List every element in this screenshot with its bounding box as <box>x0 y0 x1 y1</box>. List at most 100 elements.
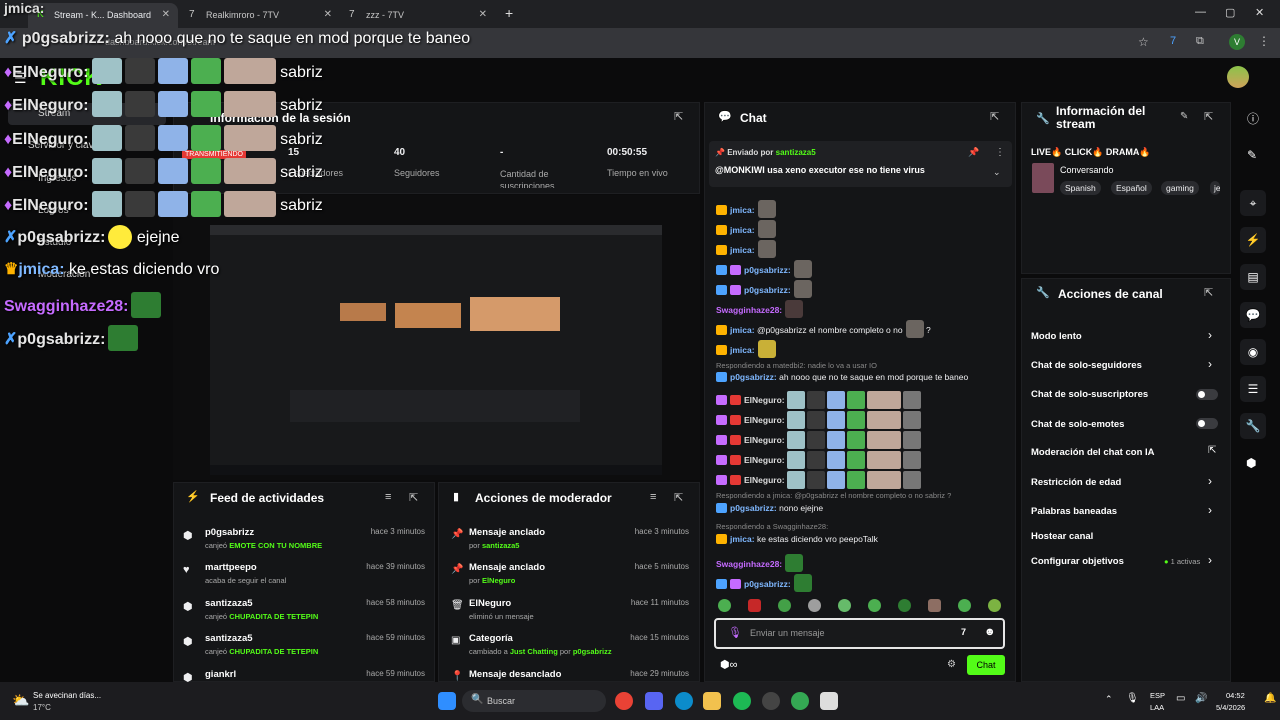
chat-username[interactable]: jmica: <box>730 225 755 235</box>
popout-icon[interactable]: ⇱ <box>1204 110 1213 123</box>
language-code[interactable]: ESP <box>1150 691 1165 700</box>
popout-icon[interactable]: ⇱ <box>1204 286 1213 299</box>
app-icon[interactable] <box>820 692 838 710</box>
emote-button[interactable] <box>808 599 821 612</box>
action-banned-words[interactable]: Palabras baneadas <box>1031 506 1117 517</box>
windows-start-icon[interactable] <box>438 692 456 710</box>
broadcast-icon[interactable]: ◉ <box>1240 339 1266 365</box>
reply-context[interactable]: Respondiendo a jmica: @p0gsabrizz el nom… <box>716 491 951 500</box>
emotes-only-toggle[interactable] <box>1196 418 1218 429</box>
edit-pencil-icon[interactable]: ✎ <box>1247 148 1257 162</box>
file-explorer-icon[interactable] <box>703 692 721 710</box>
pinned-by-user[interactable]: santizaza5 <box>776 148 816 157</box>
chat-send-button[interactable]: Chat <box>967 655 1005 675</box>
document-icon[interactable]: ▤ <box>1240 264 1266 290</box>
weather-icon[interactable]: ⛅ <box>12 692 29 709</box>
mod-action-category[interactable]: Just Chatting <box>510 647 558 656</box>
taskbar-search[interactable]: 🔍 Buscar <box>462 690 606 712</box>
mod-action-user[interactable]: santizaza5 <box>482 541 520 550</box>
chat-username[interactable]: jmica: <box>730 534 755 544</box>
action-followers-only[interactable]: Chat de solo-seguidores <box>1031 360 1142 371</box>
close-window-icon[interactable]: ✕ <box>1255 6 1264 19</box>
chrome-active-icon[interactable] <box>791 692 809 710</box>
chrome-icon[interactable] <box>615 692 633 710</box>
reply-context[interactable]: Respondiendo a Swagginhaze28: <box>716 522 828 531</box>
chat-username[interactable]: jmica: <box>730 345 755 355</box>
volume-icon[interactable]: 🔊 <box>1195 693 1207 704</box>
bolt-icon[interactable]: ⚡ <box>1240 227 1266 253</box>
points-icon[interactable]: ⬢∞ <box>720 658 737 671</box>
chevron-right-icon[interactable]: › <box>1208 553 1212 567</box>
chevron-right-icon[interactable]: › <box>1208 503 1212 517</box>
chevron-right-icon[interactable]: › <box>1208 328 1212 342</box>
mod-action-user[interactable]: ElNeguro <box>482 576 515 585</box>
notification-bell-icon[interactable]: 🔔 <box>1264 693 1276 704</box>
emote-button[interactable] <box>898 599 911 612</box>
chat-username[interactable]: Swagginhaze28: <box>716 559 782 569</box>
extensions-icon[interactable]: ⧉ <box>1196 35 1204 48</box>
chevron-down-icon[interactable]: ⌄ <box>993 167 1001 178</box>
chat-username[interactable]: jmica: <box>730 245 755 255</box>
action-goals[interactable]: Configurar objetivos <box>1031 556 1124 567</box>
new-tab-button[interactable]: + <box>505 5 513 21</box>
chat-username[interactable]: p0gsabrizz: <box>744 579 791 589</box>
emote-button[interactable] <box>838 599 851 612</box>
filter-icon[interactable]: ≡ <box>385 491 391 503</box>
minimize-icon[interactable]: — <box>1195 6 1206 18</box>
chevron-up-icon[interactable]: ⌃ <box>1105 694 1113 705</box>
7tv-emote-icon[interactable]: 7 <box>961 627 966 637</box>
close-tab-icon[interactable]: ✕ <box>162 9 170 20</box>
wrench-icon[interactable]: 🔧 <box>1240 413 1266 439</box>
chat-username[interactable]: p0gsabrizz: <box>744 285 791 295</box>
popout-icon[interactable]: ⇱ <box>409 491 418 504</box>
layers-icon[interactable]: ☰ <box>1240 376 1266 402</box>
category-name[interactable]: Conversando <box>1060 165 1114 175</box>
popout-icon[interactable]: ⇱ <box>674 491 683 504</box>
external-link-icon[interactable]: ⇱ <box>1208 445 1216 456</box>
discord-icon[interactable] <box>645 692 663 710</box>
emote-button[interactable] <box>868 599 881 612</box>
user-avatar[interactable] <box>1227 66 1249 88</box>
tab-zzz[interactable]: 7 zzz - 7TV ✕ <box>340 3 495 28</box>
close-tab-icon[interactable]: ✕ <box>324 9 332 20</box>
reply-context[interactable]: Respondiendo a matedbi2: nadie lo va a u… <box>716 361 877 370</box>
action-slow-mode[interactable]: Modo lento <box>1031 331 1082 342</box>
chevron-right-icon[interactable]: › <box>1208 474 1212 488</box>
action-host-channel[interactable]: Hostear canal <box>1031 531 1093 542</box>
filter-icon[interactable]: ≡ <box>650 491 656 503</box>
settings-gear-icon[interactable]: ⚙ <box>947 659 956 670</box>
chat-username[interactable]: ElNeguro: <box>744 415 785 425</box>
profile-avatar[interactable]: V <box>1229 34 1245 50</box>
chat-username[interactable]: Swagginhaze28: <box>716 305 782 315</box>
emote-button[interactable] <box>928 599 941 612</box>
unpin-icon[interactable]: 📌 <box>968 147 979 158</box>
bookmark-star-icon[interactable]: ☆ <box>1138 35 1149 49</box>
stream-preview[interactable] <box>173 195 700 480</box>
spotify-icon[interactable] <box>733 692 751 710</box>
emoji-icon[interactable]: ☻ <box>984 626 996 638</box>
redeem-icon[interactable]: ⬢ <box>1246 456 1256 470</box>
emote-button[interactable] <box>718 599 731 612</box>
popout-icon[interactable]: ⇱ <box>990 110 999 123</box>
popout-icon[interactable]: ⇱ <box>674 110 683 123</box>
chat-username[interactable]: p0gsabrizz: <box>744 265 791 275</box>
subs-only-toggle[interactable] <box>1196 389 1218 400</box>
chat-username[interactable]: ElNeguro: <box>744 455 785 465</box>
emote-button[interactable] <box>988 599 1001 612</box>
emote-button[interactable] <box>778 599 791 612</box>
network-icon[interactable]: ▭ <box>1176 693 1185 704</box>
focus-icon[interactable]: ⌖ <box>1240 190 1266 216</box>
emote-button[interactable] <box>958 599 971 612</box>
browser-menu-icon[interactable]: ⋮ <box>1258 34 1270 48</box>
close-tab-icon[interactable]: ✕ <box>479 9 487 20</box>
tab-realkimroro[interactable]: 7 Realkimroro - 7TV ✕ <box>180 3 340 28</box>
edit-pencil-icon[interactable]: ✎ <box>1180 111 1188 122</box>
edge-icon[interactable] <box>675 692 693 710</box>
tab-stream-dashboard[interactable]: K Stream - K... Dashboard ✕ <box>28 3 178 28</box>
chat-username[interactable]: jmica: <box>730 325 755 335</box>
mod-action-user[interactable]: p0gsabrizz <box>573 647 612 656</box>
chat-username[interactable]: p0gsabrizz: <box>730 503 777 513</box>
chat-icon[interactable]: 💬 <box>1240 302 1266 328</box>
chat-input[interactable]: 🎙 Enviar un mensaje 7 ☻ <box>714 618 1005 649</box>
clock-time[interactable]: 04:52 <box>1226 691 1245 700</box>
